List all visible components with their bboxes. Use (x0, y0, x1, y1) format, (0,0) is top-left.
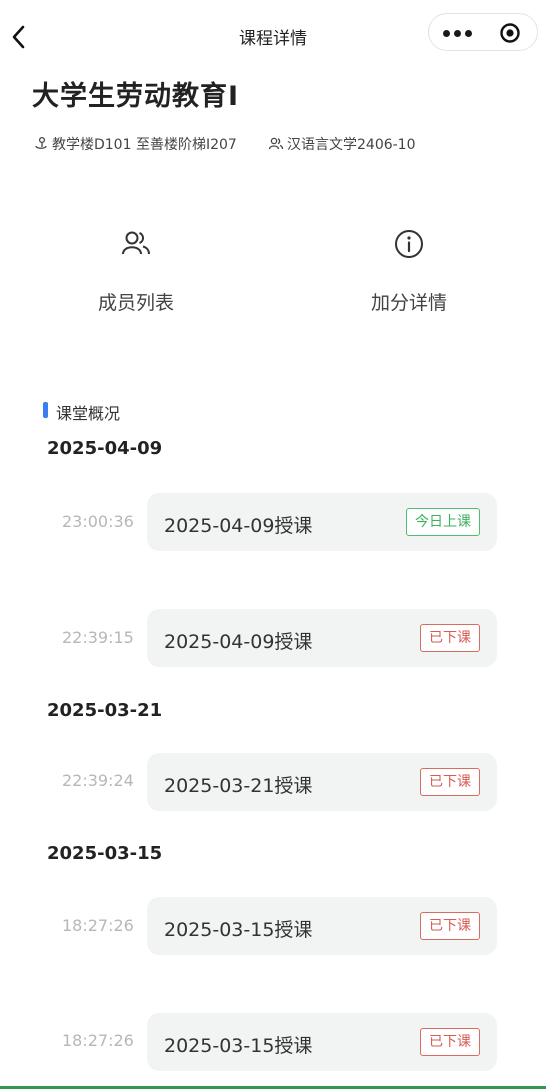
status-badge: 今日上课 (406, 508, 480, 536)
session-time: 22:39:24 (62, 771, 134, 790)
more-dots-icon[interactable] (443, 26, 473, 40)
session-card[interactable]: 2025-03-15授课 已下课 (147, 1013, 497, 1071)
section-accent-bar (43, 402, 48, 418)
session-card[interactable]: 2025-04-09授课 今日上课 (147, 493, 497, 551)
bonus-details-label: 加分详情 (370, 292, 447, 314)
class-text: 汉语言文学2406-10 (287, 137, 416, 153)
mini-program-capsule (428, 13, 538, 51)
top-nav-bar: 课程详情 (0, 0, 546, 72)
info-circle-icon (395, 230, 423, 258)
target-circle-icon[interactable] (499, 22, 521, 44)
status-badge: 已下课 (420, 1028, 480, 1056)
location-pin-icon (35, 136, 47, 149)
bonus-details-button[interactable]: 加分详情 (329, 228, 489, 315)
member-list-button[interactable]: 成员列表 (56, 228, 216, 315)
session-title: 2025-03-15授课 (164, 919, 313, 941)
status-badge: 已下课 (420, 768, 480, 796)
session-time: 22:39:15 (62, 628, 134, 647)
date-header: 2025-03-21 (47, 700, 163, 721)
course-location: 教学楼D101 至善楼阶梯I207 (33, 134, 237, 154)
session-time: 18:27:26 (62, 1031, 134, 1050)
people-icon (268, 137, 284, 150)
section-title: 课堂概况 (56, 404, 121, 423)
session-time: 18:27:26 (62, 916, 134, 935)
date-header: 2025-03-15 (47, 843, 163, 864)
session-time: 23:00:36 (62, 512, 134, 531)
users-icon (122, 231, 150, 255)
session-title: 2025-03-21授课 (164, 775, 313, 797)
date-header: 2025-04-09 (47, 438, 163, 459)
session-card[interactable]: 2025-04-09授课 已下课 (147, 609, 497, 667)
course-class: 汉语言文学2406-10 (268, 134, 416, 154)
status-badge: 已下课 (420, 912, 480, 940)
course-title: 大学生劳动教育Ⅰ (32, 81, 240, 112)
session-title: 2025-04-09授课 (164, 515, 313, 537)
session-card[interactable]: 2025-03-15授课 已下课 (147, 897, 497, 955)
session-card[interactable]: 2025-03-21授课 已下课 (147, 753, 497, 811)
location-text: 教学楼D101 至善楼阶梯I207 (52, 137, 237, 153)
session-title: 2025-03-15授课 (164, 1035, 313, 1057)
member-list-label: 成员列表 (97, 292, 174, 314)
status-badge: 已下课 (420, 624, 480, 652)
session-title: 2025-04-09授课 (164, 631, 313, 653)
